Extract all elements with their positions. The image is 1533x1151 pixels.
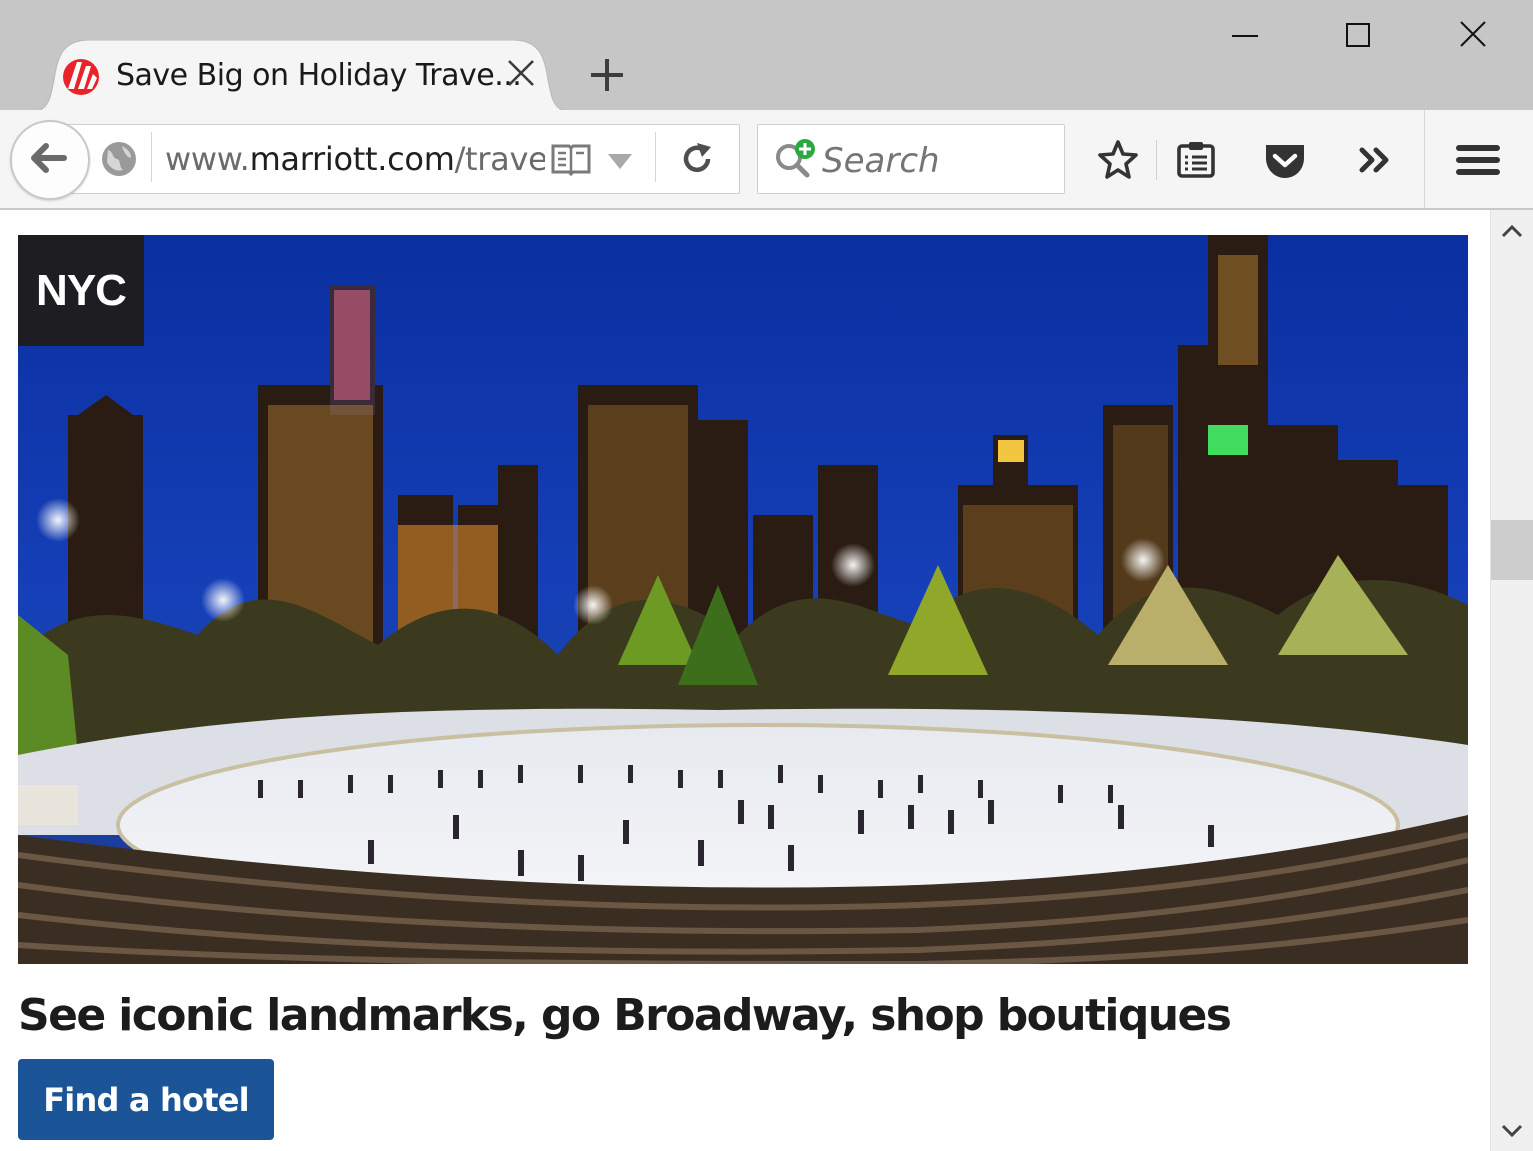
search-bar[interactable]: [757, 124, 1065, 194]
minimize-icon[interactable]: [1215, 16, 1275, 56]
maximize-icon[interactable]: [1328, 16, 1388, 56]
url-text[interactable]: www.marriott.com/trave: [165, 140, 545, 178]
headline: See iconic landmarks, go Broadway, shop …: [18, 990, 1232, 1041]
chevron-up-icon[interactable]: [1499, 220, 1525, 242]
url-path: /trave: [454, 140, 545, 178]
hero-image: [18, 235, 1468, 964]
toolbar-divider: [1156, 140, 1157, 180]
tab-title: Save Big on Holiday Trave...: [116, 58, 522, 93]
pocket-icon[interactable]: [1263, 138, 1307, 182]
vertical-scrollbar[interactable]: [1490, 210, 1533, 1151]
back-arrow-icon: [31, 143, 67, 173]
globe-icon[interactable]: [100, 140, 138, 178]
plus-icon[interactable]: [588, 56, 626, 94]
chevron-down-icon[interactable]: [606, 150, 634, 172]
overflow-chevron-icon[interactable]: [1354, 138, 1398, 182]
search-icon: [776, 139, 815, 178]
web-content: NYC See iconic landmarks, go Broadway, s…: [0, 210, 1490, 1151]
toolbar-divider: [1424, 110, 1425, 208]
hamburger-menu-icon[interactable]: [1456, 138, 1500, 182]
scrollbar-thumb[interactable]: [1491, 520, 1533, 580]
browser-tab[interactable]: Save Big on Holiday Trave...: [30, 40, 572, 112]
navigation-toolbar: www.marriott.com/trave: [0, 110, 1533, 210]
close-icon[interactable]: [1443, 16, 1503, 56]
city-badge: NYC: [18, 235, 144, 346]
back-button[interactable]: [10, 120, 90, 200]
bookmarks-list-icon[interactable]: [1174, 138, 1218, 182]
url-prefix: www.: [165, 140, 250, 178]
url-divider: [151, 132, 152, 182]
close-icon[interactable]: [504, 56, 538, 90]
marriott-logo-icon: [63, 59, 99, 95]
chevron-down-icon[interactable]: [1499, 1120, 1525, 1142]
reload-icon[interactable]: [678, 140, 716, 178]
search-input[interactable]: [822, 141, 1052, 181]
url-host: marriott.com: [249, 140, 455, 178]
find-hotel-button[interactable]: Find a hotel: [18, 1059, 274, 1140]
star-icon[interactable]: [1096, 138, 1140, 182]
url-divider: [655, 132, 656, 182]
reader-view-icon[interactable]: [550, 142, 592, 176]
tab-strip: Save Big on Holiday Trave...: [0, 0, 1533, 112]
